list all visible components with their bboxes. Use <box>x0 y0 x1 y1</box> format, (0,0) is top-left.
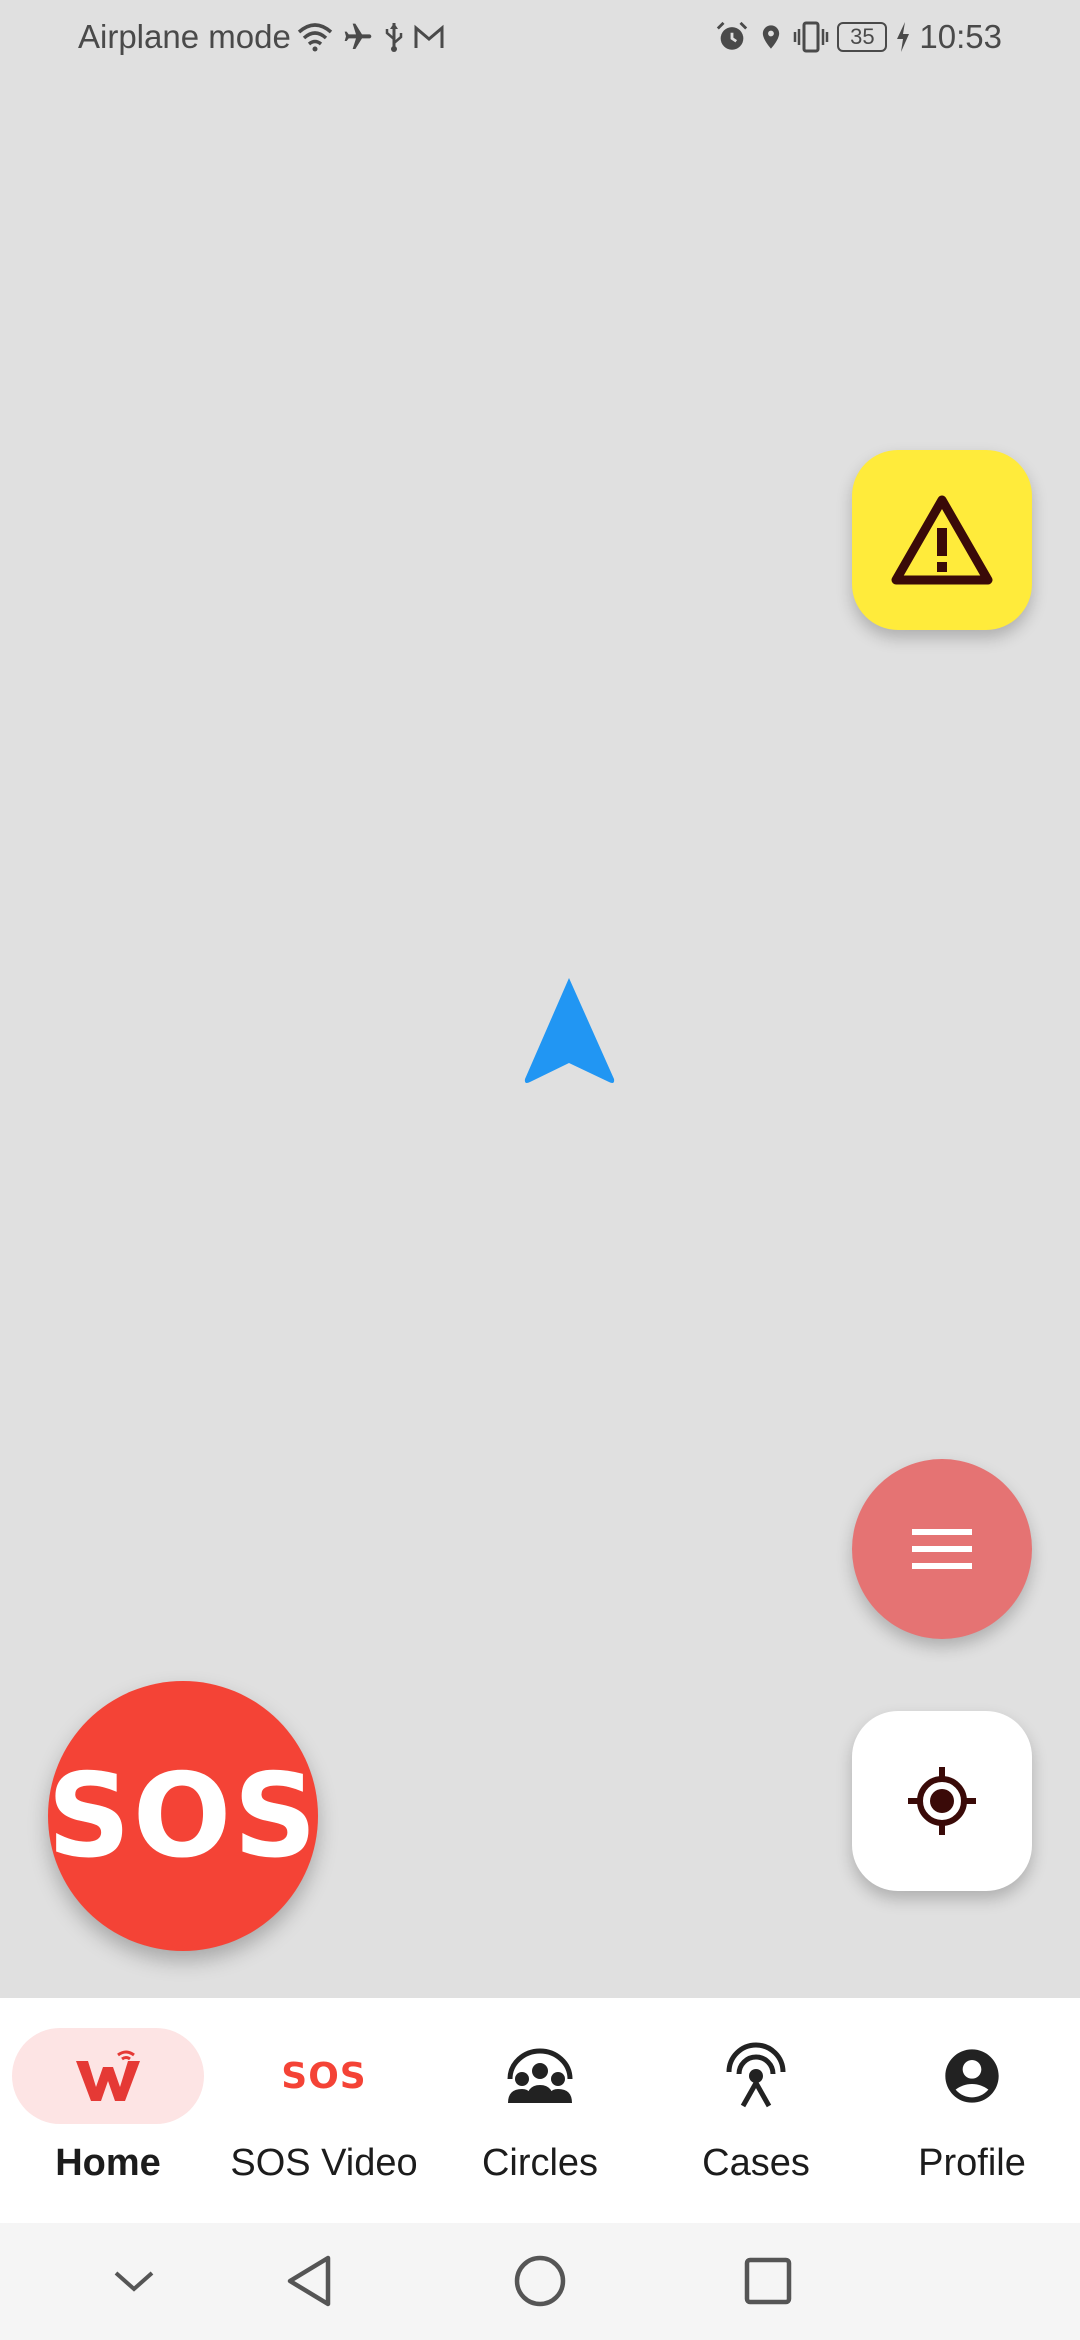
hide-nav-button[interactable] <box>104 2251 164 2311</box>
nav-item-profile[interactable]: Profile <box>864 1998 1080 2223</box>
menu-icon <box>912 1529 972 1569</box>
nav-item-sos-video[interactable]: SOS SOS Video <box>216 1998 432 2223</box>
group-icon <box>507 2048 573 2103</box>
my-location-icon <box>908 1767 976 1835</box>
recents-square-icon <box>744 2257 792 2305</box>
my-location-button[interactable] <box>852 1711 1032 1891</box>
bottom-navigation: Home SOS SOS Video Circles Cases Profile <box>0 1998 1080 2223</box>
status-bar: Airplane mode 35 10:53 <box>0 0 1080 74</box>
nav-label-circles: Circles <box>481 2142 599 2184</box>
back-button[interactable] <box>279 2251 339 2311</box>
nav-label-sos-video: SOS Video <box>230 2142 418 2184</box>
sos-button-label: SOS <box>47 1748 319 1884</box>
usb-icon <box>385 23 403 52</box>
status-bar-right: 35 10:53 <box>715 18 1002 56</box>
nav-item-cases[interactable]: Cases <box>648 1998 864 2223</box>
system-navigation-bar <box>0 2223 1080 2340</box>
alarm-icon <box>717 21 748 50</box>
broadcast-icon <box>726 2042 786 2108</box>
vibrate-icon <box>794 21 829 53</box>
airplane-mode-text: Airplane mode <box>78 18 291 55</box>
gmail-icon <box>414 24 444 48</box>
sos-video-icon: SOS <box>281 2055 367 2097</box>
status-bar-left: Airplane mode <box>78 18 445 56</box>
recents-button[interactable] <box>738 2251 798 2311</box>
back-triangle-icon <box>287 2255 331 2307</box>
chevron-down-icon <box>114 2271 154 2292</box>
home-circle-icon <box>514 2255 566 2307</box>
battery-icon: 35 <box>837 22 888 52</box>
status-time: 10:53 <box>919 18 1002 55</box>
nav-label-cases: Cases <box>702 2142 810 2184</box>
airplane-icon <box>344 23 372 49</box>
home-button[interactable] <box>510 2251 570 2311</box>
report-incident-button[interactable] <box>852 450 1032 630</box>
nav-item-circles[interactable]: Circles <box>432 1998 648 2223</box>
account-circle-icon <box>945 2049 999 2103</box>
warning-icon <box>891 495 993 585</box>
location-pin-icon <box>763 25 780 49</box>
nav-label-profile: Profile <box>918 2142 1026 2184</box>
wifi-icon <box>297 23 332 52</box>
navigation-arrow-icon <box>524 978 615 1083</box>
sos-button[interactable]: SOS <box>47 1681 319 1951</box>
nav-label-home: Home <box>55 2142 161 2184</box>
home-w-icon <box>76 2050 140 2101</box>
nav-item-home[interactable]: Home <box>0 1998 216 2223</box>
charging-icon <box>897 22 910 52</box>
menu-button[interactable] <box>852 1459 1032 1639</box>
